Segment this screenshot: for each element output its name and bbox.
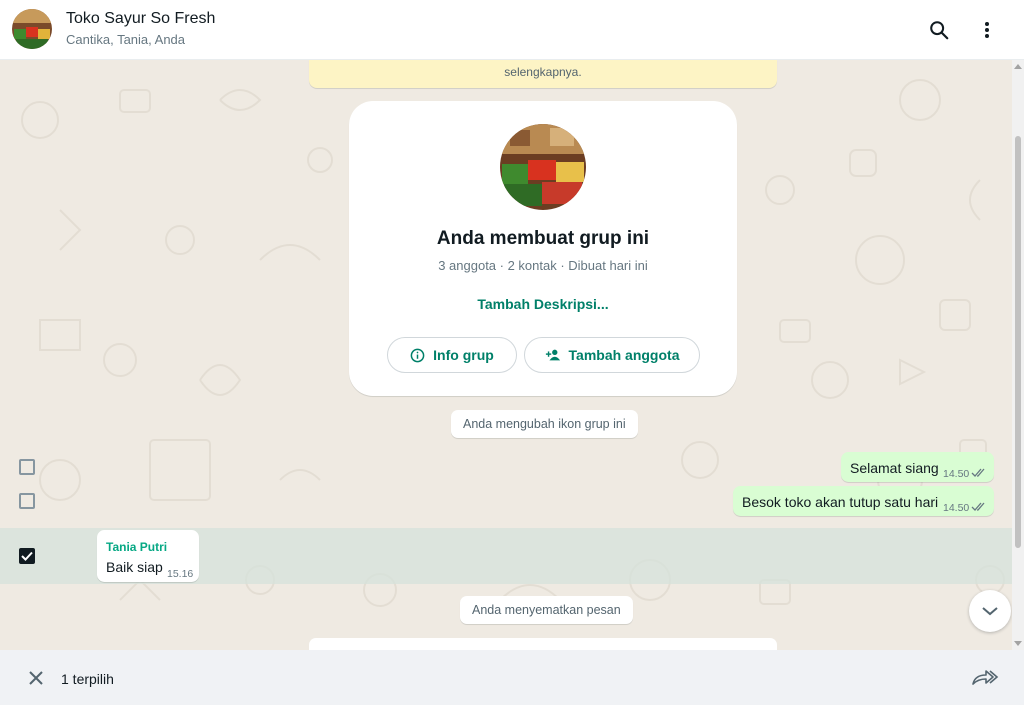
message-select-checkbox-checked[interactable] [19, 548, 35, 564]
chevron-down-icon [982, 607, 998, 616]
search-button[interactable] [923, 14, 955, 46]
system-message-text: Anda mengubah ikon grup ini [463, 417, 626, 431]
menu-icon [985, 22, 989, 38]
system-message-icon-changed: Anda mengubah ikon grup ini [451, 410, 638, 438]
message-select-checkbox[interactable] [19, 493, 35, 509]
scroll-up-arrow[interactable] [1014, 64, 1022, 69]
selected-count: 1 terpilih [61, 671, 114, 687]
scroll-down-arrow[interactable] [1014, 641, 1022, 646]
encryption-notice[interactable]: selengkapnya. [309, 60, 777, 88]
message-text: Besok toko akan tutup satu hari [742, 494, 939, 510]
chat-scrollbar[interactable] [1012, 60, 1024, 650]
message-select-checkbox[interactable] [19, 459, 35, 475]
message-bubble-incoming[interactable]: Tania Putri Baik siap 15.16 [97, 530, 199, 582]
add-member-button[interactable]: Tambah anggota [524, 337, 700, 373]
double-check-icon [971, 468, 985, 477]
selection-toolbar: 1 terpilih [0, 650, 1024, 705]
double-check-icon [971, 502, 985, 511]
message-bubble-outgoing[interactable]: Besok toko akan tutup satu hari 14.50 [733, 486, 994, 516]
chat-header: Toko Sayur So Fresh Cantika, Tania, Anda [0, 0, 1024, 60]
message-time: 14.50 [943, 468, 970, 480]
search-icon [930, 21, 949, 40]
forward-button[interactable] [970, 666, 1000, 690]
message-sender[interactable]: Tania Putri [106, 540, 167, 554]
add-person-icon [545, 349, 560, 361]
menu-button[interactable] [971, 14, 1003, 46]
system-message-text: Anda menyematkan pesan [472, 603, 621, 617]
group-created-card: Anda membuat grup ini 3 anggota · 2 kont… [349, 101, 737, 396]
group-avatar[interactable] [12, 9, 52, 49]
group-created-title: Anda membuat grup ini [436, 228, 650, 249]
group-created-subtitle: 3 anggota · 2 kontak · Dibuat hari ini [438, 258, 648, 273]
close-icon [29, 671, 43, 685]
group-info-button[interactable]: Info grup [387, 337, 517, 373]
message-text: Selamat siang [850, 460, 939, 476]
forward-icon [972, 670, 999, 685]
chat-title: Toko Sayur So Fresh [66, 10, 216, 27]
message-time: 15.16 [167, 568, 194, 580]
info-icon [410, 348, 425, 362]
chat-members: Cantika, Tania, Anda [66, 32, 186, 47]
checkmark-icon [21, 551, 33, 561]
system-message-pinned: Anda menyematkan pesan [460, 596, 633, 624]
message-bubble-outgoing[interactable]: Selamat siang 14.50 [841, 452, 994, 482]
add-member-label: Tambah anggota [568, 347, 680, 363]
scroll-to-bottom-button[interactable] [969, 590, 1011, 632]
message-time: 14.50 [943, 502, 970, 514]
scrollbar-thumb[interactable] [1015, 136, 1021, 548]
partial-notice [309, 638, 777, 650]
add-description-link[interactable]: Tambah Deskripsi... [349, 296, 737, 312]
encryption-notice-text: selengkapnya. [504, 65, 582, 79]
cancel-selection-button[interactable] [24, 666, 48, 690]
chat-area[interactable]: selengkapnya. Anda membuat grup ini 3 an… [0, 60, 1012, 650]
group-avatar-large[interactable] [500, 124, 586, 210]
message-text: Baik siap [106, 559, 163, 575]
group-info-label: Info grup [433, 347, 494, 363]
